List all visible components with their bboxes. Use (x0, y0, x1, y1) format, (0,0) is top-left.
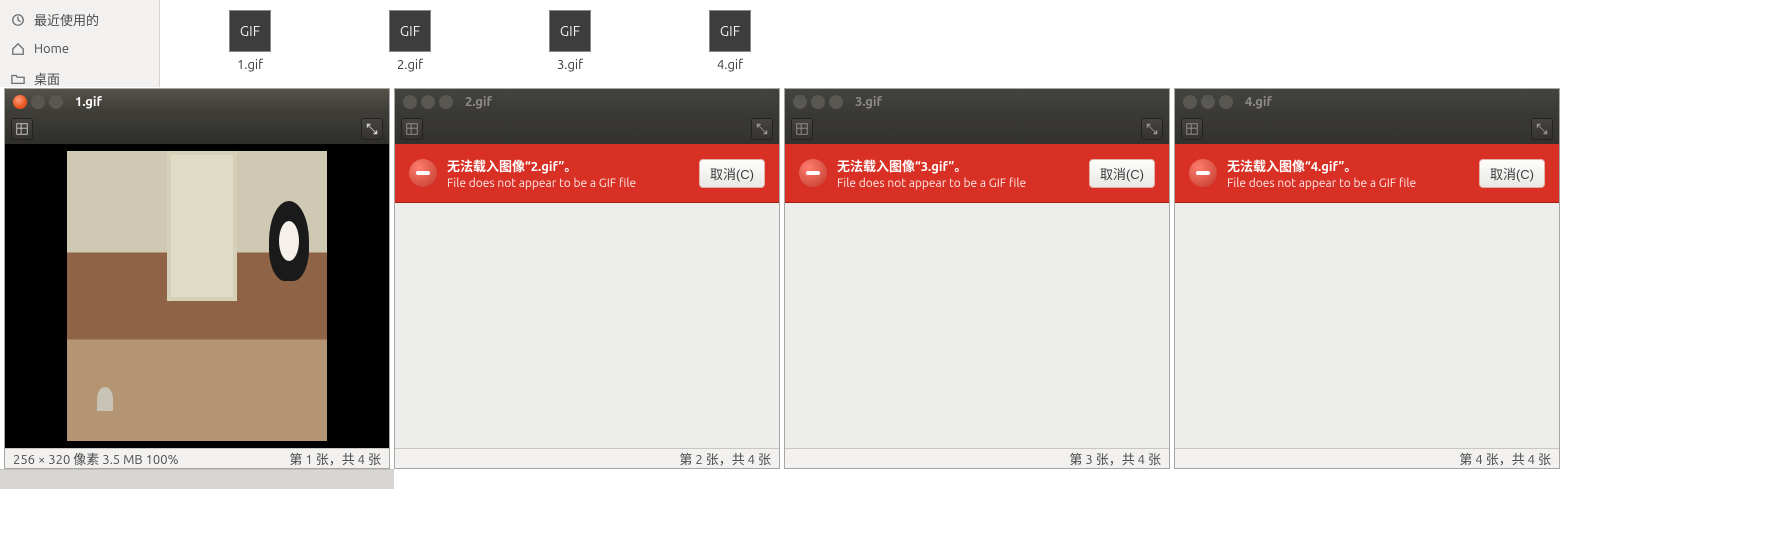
gallery-button[interactable] (1181, 118, 1203, 140)
error-subtitle: File does not appear to be a GIF file (447, 177, 689, 190)
file-label: 3.gif (557, 58, 583, 72)
image-viewer-window-4: 4.gif 无法载入图像“4.gif”。 File does not appea… (1174, 88, 1560, 469)
error-icon (1189, 159, 1217, 187)
gallery-button[interactable] (401, 118, 423, 140)
statusbar: 第 3 张，共 4 张 (785, 448, 1169, 468)
error-banner: 无法载入图像“4.gif”。 File does not appear to b… (1175, 144, 1559, 203)
folder-icon (10, 71, 26, 87)
status-position: 第 4 张，共 4 张 (1459, 449, 1551, 468)
error-subtitle: File does not appear to be a GIF file (837, 177, 1079, 190)
status-position: 第 2 张，共 4 张 (679, 449, 771, 468)
fullscreen-button[interactable] (751, 118, 773, 140)
gif-thumbnail-icon: GIF (229, 10, 271, 52)
image-viewer-window-1: 1.gif 256 × 320 像素 3.5 MB 100% 第 1 张，共 4… (4, 88, 390, 469)
sidebar-item-home[interactable]: Home (0, 35, 159, 63)
home-icon (10, 41, 26, 57)
error-icon (799, 159, 827, 187)
minimize-button[interactable] (421, 95, 435, 109)
gif-thumbnail-icon: GIF (709, 10, 751, 52)
fullscreen-button[interactable] (1531, 118, 1553, 140)
cancel-button[interactable]: 取消(C) (1479, 159, 1545, 188)
statusbar: 第 4 张，共 4 张 (1175, 448, 1559, 468)
error-banner: 无法载入图像“2.gif”。 File does not appear to b… (395, 144, 779, 203)
error-title: 无法载入图像“4.gif”。 (1227, 156, 1469, 175)
error-title: 无法载入图像“2.gif”。 (447, 156, 689, 175)
fullscreen-button[interactable] (361, 118, 383, 140)
error-banner: 无法载入图像“3.gif”。 File does not appear to b… (785, 144, 1169, 203)
maximize-button[interactable] (829, 95, 843, 109)
maximize-button[interactable] (1219, 95, 1233, 109)
minimize-button[interactable] (31, 95, 45, 109)
minimize-button[interactable] (811, 95, 825, 109)
image-viewer-window-3: 3.gif 无法载入图像“3.gif”。 File does not appea… (784, 88, 1170, 469)
error-icon (409, 159, 437, 187)
sidebar-item-label: Home (34, 42, 69, 56)
file-label: 4.gif (717, 58, 743, 72)
file-grid: GIF 1.gif GIF 2.gif GIF 3.gif GIF 4.gif (160, 0, 1767, 87)
file-label: 2.gif (397, 58, 423, 72)
titlebar[interactable]: 2.gif (395, 89, 779, 114)
file-manager-footer (0, 469, 394, 489)
gif-thumbnail-icon: GIF (389, 10, 431, 52)
sidebar-item-label: 桌面 (34, 69, 60, 88)
error-subtitle: File does not appear to be a GIF file (1227, 177, 1469, 190)
statusbar: 256 × 320 像素 3.5 MB 100% 第 1 张，共 4 张 (5, 448, 389, 468)
cancel-button[interactable]: 取消(C) (1089, 159, 1155, 188)
window-title: 3.gif (855, 95, 882, 109)
titlebar[interactable]: 4.gif (1175, 89, 1559, 114)
empty-image-area (785, 203, 1169, 448)
window-title: 1.gif (75, 95, 102, 109)
file-item[interactable]: GIF 2.gif (380, 10, 440, 77)
file-item[interactable]: GIF 1.gif (220, 10, 280, 77)
gallery-button[interactable] (11, 118, 33, 140)
toolbar (5, 114, 389, 144)
gif-thumbnail-icon: GIF (549, 10, 591, 52)
toolbar (1175, 114, 1559, 144)
titlebar[interactable]: 3.gif (785, 89, 1169, 114)
fullscreen-button[interactable] (1141, 118, 1163, 140)
status-position: 第 3 张，共 4 张 (1069, 449, 1161, 468)
file-manager: 最近使用的 Home 桌面 GIF 1.gif GIF 2.gif GIF 3.… (0, 0, 1767, 87)
close-button[interactable] (1183, 95, 1197, 109)
close-button[interactable] (13, 95, 27, 109)
empty-image-area (1175, 203, 1559, 448)
toolbar (785, 114, 1169, 144)
status-image-info: 256 × 320 像素 3.5 MB 100% (13, 449, 179, 468)
image-viewer-window-2: 2.gif 无法载入图像“2.gif”。 File does not appea… (394, 88, 780, 469)
close-button[interactable] (793, 95, 807, 109)
statusbar: 第 2 张，共 4 张 (395, 448, 779, 468)
sidebar-item-label: 最近使用的 (34, 10, 99, 29)
toolbar (395, 114, 779, 144)
sidebar-item-recent[interactable]: 最近使用的 (0, 4, 159, 35)
close-button[interactable] (403, 95, 417, 109)
file-item[interactable]: GIF 4.gif (700, 10, 760, 77)
displayed-image (67, 151, 327, 441)
error-title: 无法载入图像“3.gif”。 (837, 156, 1079, 175)
maximize-button[interactable] (439, 95, 453, 109)
file-label: 1.gif (237, 58, 263, 72)
maximize-button[interactable] (49, 95, 63, 109)
empty-image-area (395, 203, 779, 448)
window-title: 4.gif (1245, 95, 1272, 109)
gallery-button[interactable] (791, 118, 813, 140)
image-display[interactable] (5, 144, 389, 448)
sidebar: 最近使用的 Home 桌面 (0, 0, 160, 87)
status-position: 第 1 张，共 4 张 (289, 449, 381, 468)
file-item[interactable]: GIF 3.gif (540, 10, 600, 77)
cancel-button[interactable]: 取消(C) (699, 159, 765, 188)
titlebar[interactable]: 1.gif (5, 89, 389, 114)
minimize-button[interactable] (1201, 95, 1215, 109)
window-title: 2.gif (465, 95, 492, 109)
clock-icon (10, 12, 26, 28)
